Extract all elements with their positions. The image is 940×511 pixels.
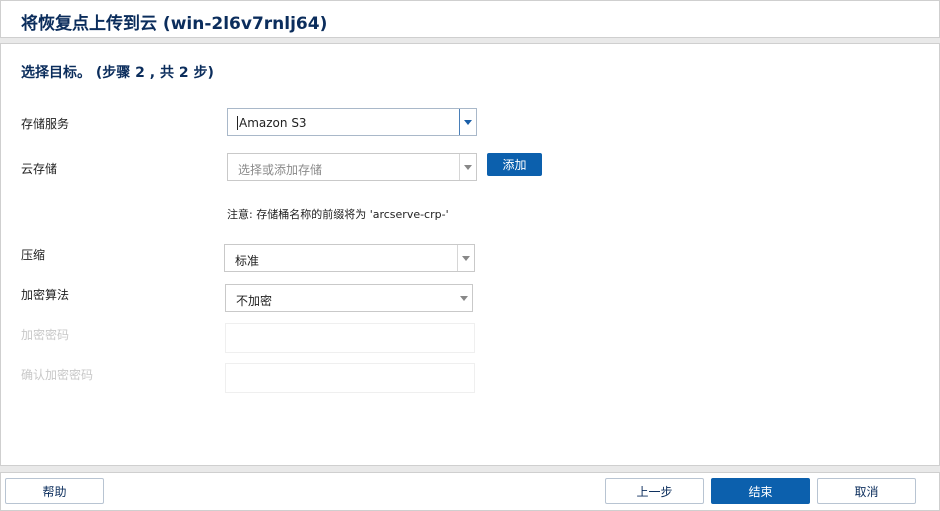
chevron-down-icon (464, 120, 472, 125)
cloud-storage-select[interactable]: 选择或添加存储 (227, 153, 477, 181)
dialog-title-bar: 将恢复点上传到云 (win-2l6v7rnlj64) (0, 0, 940, 38)
encryption-algorithm-label: 加密算法 (21, 288, 70, 302)
cloud-storage-placeholder: 选择或添加存储 (238, 163, 323, 177)
confirm-password-field (225, 363, 475, 393)
dialog-footer: 帮助 上一步 结束 取消 (0, 472, 940, 511)
dialog-title: 将恢复点上传到云 (win-2l6v7rnlj64) (21, 14, 328, 34)
cloud-storage-label: 云存储 (21, 162, 58, 176)
encryption-algorithm-select[interactable]: 不加密 (225, 284, 473, 312)
compression-dropdown-trigger[interactable] (457, 245, 474, 271)
encryption-password-field (225, 323, 475, 353)
previous-button[interactable]: 上一步 (605, 478, 704, 504)
help-button[interactable]: 帮助 (5, 478, 104, 504)
compression-label: 压缩 (21, 248, 46, 262)
text-cursor (237, 116, 238, 130)
cloud-storage-dropdown-trigger[interactable] (459, 154, 476, 180)
storage-service-value: Amazon S3 (239, 116, 307, 130)
finish-button[interactable]: 结束 (711, 478, 810, 504)
storage-service-label: 存储服务 (21, 117, 70, 131)
encryption-algorithm-value: 不加密 (236, 294, 273, 308)
chevron-down-icon (460, 296, 468, 301)
step-heading: 选择目标。 (步骤 2 , 共 2 步) (21, 65, 214, 81)
bucket-prefix-note: 注意: 存储桶名称的前缀将为 'arcserve-crp-' (227, 208, 449, 221)
add-storage-button[interactable]: 添加 (487, 153, 542, 176)
cancel-button[interactable]: 取消 (817, 478, 916, 504)
compression-select[interactable]: 标准 (224, 244, 475, 272)
chevron-down-icon (462, 256, 470, 261)
main-panel: 选择目标。 (步骤 2 , 共 2 步) 存储服务 Amazon S3 云存储 … (0, 43, 940, 466)
chevron-down-icon (464, 165, 472, 170)
storage-service-select[interactable]: Amazon S3 (227, 108, 477, 136)
compression-value: 标准 (235, 254, 260, 268)
confirm-password-label: 确认加密密码 (21, 368, 94, 382)
storage-service-dropdown-trigger[interactable] (459, 109, 476, 135)
encryption-password-label: 加密密码 (21, 328, 70, 342)
encryption-algorithm-dropdown-trigger[interactable] (456, 285, 472, 311)
